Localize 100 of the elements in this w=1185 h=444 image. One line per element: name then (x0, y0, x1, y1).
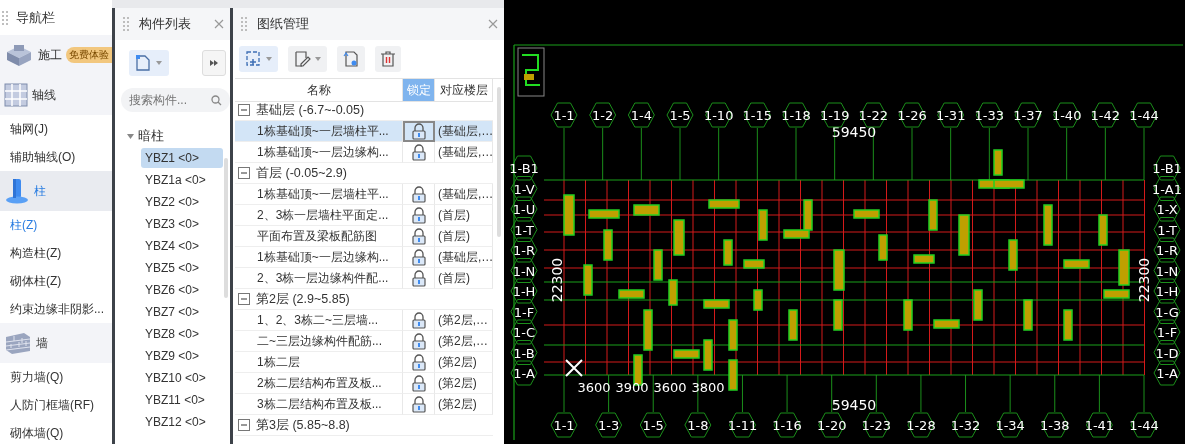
table-cell[interactable]: 3栋二层结构布置及板... (235, 394, 403, 415)
nav-item[interactable]: 柱(Z) (0, 211, 112, 239)
padlock-icon[interactable] (410, 269, 427, 287)
add-drawing-button[interactable] (239, 46, 278, 72)
search-field[interactable]: 搜索构件... (121, 88, 230, 112)
tree-item[interactable]: YBZ2 <0> (141, 192, 223, 212)
floor-group[interactable]: 第2层 (2.9~5.85) (235, 289, 493, 310)
tree-group[interactable]: 暗柱 (115, 126, 224, 146)
close-icon[interactable] (488, 19, 498, 29)
tree-item[interactable]: YBZ1 <0> (141, 148, 223, 168)
table-cell[interactable]: 1栋基础顶~一层墙柱平... (235, 184, 403, 205)
axis-bubble: 1-3 (595, 412, 623, 438)
padlock-icon[interactable] (410, 206, 427, 224)
panel-title: 导航栏 (16, 8, 55, 27)
tree-item[interactable]: YBZ3 <0> (141, 214, 223, 234)
padlock-icon[interactable] (410, 143, 427, 161)
table-cell: (第2层) (435, 352, 493, 373)
edit-drawing-button[interactable] (288, 46, 327, 72)
collapse-icon[interactable] (238, 104, 250, 116)
collapse-icon[interactable] (238, 167, 250, 179)
axis-bubble: 1-8 (684, 412, 712, 438)
table-cell: (首层) (435, 268, 493, 289)
table-cell[interactable]: 2栋二层结构布置及板... (235, 373, 403, 394)
tree-item[interactable]: YBZ5 <0> (141, 258, 223, 278)
axis-bubble: 1-C (510, 319, 538, 345)
nav-group[interactable]: 墙 (0, 323, 112, 363)
axis-bubble: 1-F (510, 299, 538, 324)
delete-button[interactable] (375, 46, 401, 72)
table-cell[interactable]: 1栋基础顶~一层边缘构... (235, 142, 403, 163)
drag-handle-icon[interactable] (241, 17, 247, 31)
table-cell[interactable]: 1栋基础顶~一层边缘构... (235, 247, 403, 268)
expand-button[interactable] (202, 50, 226, 76)
nav-item[interactable]: 剪力墙(Q) (0, 363, 112, 391)
table-cell[interactable]: 平面布置及梁板配筋图 (235, 226, 403, 247)
padlock-icon[interactable] (410, 395, 427, 413)
nav-item[interactable]: 约束边缘非阴影... (0, 295, 112, 323)
table-cell[interactable]: 2、3栋一层边缘构件配... (235, 268, 403, 289)
table-cell: (第2层,… (435, 310, 493, 331)
tree-item[interactable]: YBZ8 <0> (141, 324, 223, 344)
floor-group[interactable]: 第3层 (5.85~8.8) (235, 415, 493, 436)
table-cell[interactable]: 二~三层边缘构件配筋... (235, 331, 403, 352)
collapse-icon[interactable] (238, 293, 250, 305)
dimension-label: 59450 (831, 397, 877, 413)
nav-item[interactable]: 人防门框墙(RF) (0, 391, 112, 419)
nav-group[interactable]: 轴线 (0, 75, 112, 115)
nav-item[interactable]: 辅助轴线(O) (0, 143, 112, 171)
column-header[interactable]: 对应楼层 (435, 79, 493, 102)
new-component-button[interactable] (129, 50, 169, 76)
tree-item[interactable]: YBZ1a <0> (141, 170, 223, 190)
table-cell[interactable]: 1栋基础顶~一层墙柱平... (235, 121, 403, 142)
axis-bubble: 1-44 (1129, 102, 1159, 128)
collapse-icon[interactable] (238, 419, 250, 431)
tree-item[interactable]: YBZ7 <0> (141, 302, 223, 322)
caret-icon[interactable] (314, 56, 322, 62)
padlock-icon[interactable] (410, 248, 427, 266)
table-cell: (首层) (435, 226, 493, 247)
axis-bubble: 1-11 (727, 412, 758, 438)
padlock-icon[interactable] (410, 227, 427, 245)
nav-group[interactable]: 施工 免费体验 (0, 35, 112, 75)
padlock-icon[interactable] (410, 311, 427, 329)
nav-item[interactable]: 轴网(J) (0, 115, 112, 143)
table-cell: (第2层) (435, 394, 493, 415)
padlock-icon[interactable] (410, 374, 427, 392)
pencil-icon (293, 50, 311, 68)
nav-item[interactable]: 砌体柱(Z) (0, 267, 112, 295)
pillar-icon (4, 178, 30, 204)
padlock-icon[interactable] (410, 122, 427, 140)
axis-bubble: 1-28 (906, 412, 936, 438)
caret-icon[interactable] (127, 132, 134, 140)
caret-icon[interactable] (155, 60, 163, 66)
padlock-icon[interactable] (410, 185, 427, 203)
nav-item[interactable]: 砌体墙(Q) (0, 419, 112, 444)
double-arrow-icon (210, 60, 218, 66)
drag-handle-icon[interactable] (2, 10, 8, 25)
table-cell[interactable]: 2、3栋一层墙柱平面定... (235, 205, 403, 226)
axis-bubble: 1-A (1153, 360, 1181, 386)
floor-group[interactable]: 首层 (-0.05~2.9) (235, 163, 493, 184)
axis-bubble: 1-H (1153, 278, 1181, 304)
tree-item[interactable]: YBZ10 <0> (141, 368, 223, 388)
close-icon[interactable] (214, 19, 224, 29)
replace-drawing-button[interactable] (337, 46, 365, 72)
search-input[interactable]: 搜索构件... (121, 89, 209, 111)
drag-handle-icon[interactable] (123, 17, 129, 31)
tree-item[interactable]: YBZ6 <0> (141, 280, 223, 300)
search-icon[interactable] (211, 94, 222, 106)
axis-bubble: 1-H (510, 278, 538, 304)
axis-bubble: 1-16 (772, 412, 802, 438)
nav-group[interactable]: 柱 (0, 171, 112, 211)
axis-bubble: 1-N (1153, 258, 1181, 283)
tree-item[interactable]: YBZ9 <0> (141, 346, 223, 366)
table-cell[interactable]: 1、2、3栋二~三层墙... (235, 310, 403, 331)
nav-item[interactable]: 构造柱(Z) (0, 239, 112, 267)
padlock-icon[interactable] (410, 353, 427, 371)
tree-item[interactable]: YBZ4 <0> (141, 236, 223, 256)
tree-item[interactable]: YBZ12 <0> (141, 412, 223, 432)
padlock-icon[interactable] (410, 332, 427, 350)
tree-item[interactable]: YBZ11 <0> (141, 390, 223, 410)
table-cell: (第2层) (435, 373, 493, 394)
caret-icon[interactable] (265, 56, 273, 62)
table-cell[interactable]: 1栋二层 (235, 352, 403, 373)
